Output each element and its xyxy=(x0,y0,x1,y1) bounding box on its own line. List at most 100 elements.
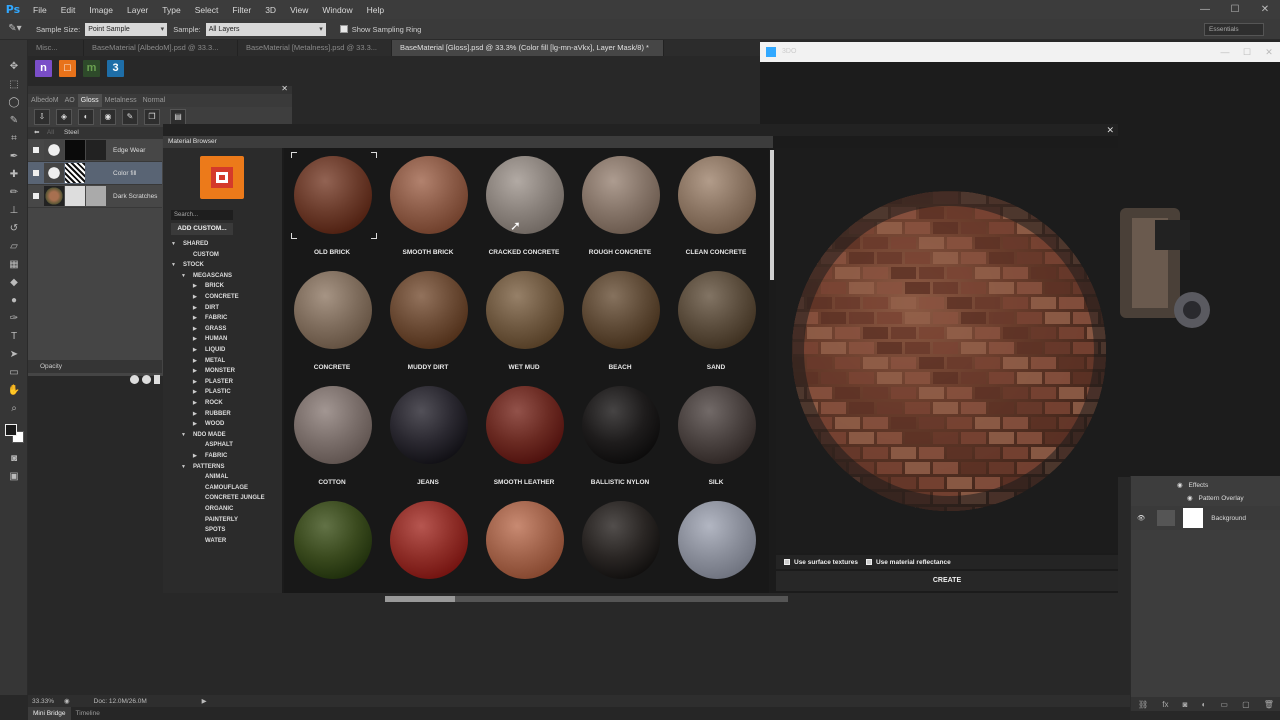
megascans-plugin-icon[interactable]: m xyxy=(83,59,100,77)
tree-item-rock[interactable]: ▶ ROCK xyxy=(193,398,223,408)
eye-icon[interactable]: ◉ xyxy=(1177,482,1183,489)
search-input[interactable]: Search... xyxy=(171,210,233,220)
mask-icon[interactable]: ◙ xyxy=(1183,700,1188,709)
dodge-tool-icon[interactable]: ● xyxy=(0,292,28,310)
quick-select-tool-icon[interactable]: ✎ xyxy=(0,112,28,130)
use-material-reflectance-option[interactable]: Use material reflectance xyxy=(865,559,951,566)
material-tile[interactable]: OLD BRICK xyxy=(284,152,380,266)
screen-mode-icon[interactable]: ▣ xyxy=(0,468,28,486)
tree-item-fabric[interactable]: ▶ FABRIC xyxy=(193,313,227,323)
marquee-tool-icon[interactable]: ⬚ xyxy=(0,76,28,94)
expanded-arrow-icon[interactable]: ▼ xyxy=(181,462,187,472)
layers-icon[interactable]: ▤ xyxy=(170,109,186,125)
brush-icon[interactable]: ✎ xyxy=(122,109,138,125)
menu-window[interactable]: Window xyxy=(315,5,359,15)
material-tile[interactable]: MUDDY DIRT xyxy=(380,267,476,381)
menu-image[interactable]: Image xyxy=(82,5,120,15)
tree-item-monster[interactable]: ▶ MONSTER xyxy=(193,366,235,376)
back-arrow-icon[interactable]: ⬅ xyxy=(34,129,39,136)
page-icon[interactable] xyxy=(154,375,160,384)
tab-metalness[interactable]: Metalness xyxy=(102,94,140,107)
fx-icon[interactable]: fx xyxy=(1162,700,1168,709)
visibility-eye-icon[interactable]: 👁 xyxy=(1137,514,1145,522)
link-icon[interactable]: ⛓ xyxy=(1138,700,1148,709)
mask-icon[interactable]: ◐ xyxy=(78,109,94,125)
3do-minimize-button[interactable]: — xyxy=(1214,42,1236,62)
collapsed-arrow-icon[interactable]: ▶ xyxy=(193,281,199,291)
collapsed-arrow-icon[interactable]: ▶ xyxy=(193,292,199,302)
workspace-select[interactable]: Essentials xyxy=(1204,23,1264,36)
tree-item-wood[interactable]: ▶ WOOD xyxy=(193,419,224,429)
gradient-tool-icon[interactable]: ▦ xyxy=(0,256,28,274)
minimize-button[interactable]: — xyxy=(1190,0,1220,19)
delete-icon[interactable]: 🗑 xyxy=(1264,700,1274,709)
add-custom-button[interactable]: ADD CUSTOM... xyxy=(171,223,233,235)
type-tool-icon[interactable]: T xyxy=(0,328,28,346)
material-tile[interactable] xyxy=(284,497,380,593)
background-layer-row[interactable]: 👁 Background xyxy=(1131,506,1280,530)
eye-icon[interactable]: ◉ xyxy=(1187,495,1193,502)
collapsed-arrow-icon[interactable]: ▶ xyxy=(193,324,199,334)
tree-item-plaster[interactable]: ▶ PLASTER xyxy=(193,377,233,387)
tree-item-rubber[interactable]: ▶ RUBBER xyxy=(193,409,231,419)
material-tile[interactable]: SAND xyxy=(668,267,764,381)
doc-tab-misc[interactable]: Misc... xyxy=(28,40,84,56)
ddo-plugin-icon[interactable]: □ xyxy=(59,59,76,77)
brush-tool-icon[interactable]: ✏ xyxy=(0,184,28,202)
material-tile[interactable]: SMOOTH LEATHER xyxy=(476,382,572,496)
status-icon[interactable]: ◉ xyxy=(64,697,70,705)
zoom-tool-icon[interactable]: ⌕ xyxy=(0,400,28,418)
3do-plugin-icon[interactable]: 3 xyxy=(107,59,124,77)
tree-item-concrete[interactable]: ▶ CONCRETE xyxy=(193,292,239,302)
healing-tool-icon[interactable]: ✚ xyxy=(0,166,28,184)
material-tile[interactable]: BALLISTIC NYLON xyxy=(572,382,668,496)
expanded-arrow-icon[interactable]: ▼ xyxy=(171,239,177,249)
edge-icon[interactable]: ◉ xyxy=(100,109,116,125)
tab-timeline[interactable]: Timeline xyxy=(71,707,105,720)
material-tile[interactable]: SMOOTH BRICK xyxy=(380,152,476,266)
tree-item-painterly[interactable]: PAINTERLY xyxy=(193,515,238,525)
material-tile[interactable]: CRACKED CONCRETE xyxy=(476,152,572,266)
tree-item-metal[interactable]: ▶ METAL xyxy=(193,356,225,366)
sample-select[interactable]: All Layers xyxy=(205,22,326,36)
3do-close-button[interactable]: ✕ xyxy=(1258,42,1280,62)
adjustment-icon[interactable]: ◐ xyxy=(1202,700,1207,709)
pen-tool-icon[interactable]: ✑ xyxy=(0,310,28,328)
tab-gloss[interactable]: Gloss xyxy=(77,94,102,107)
tree-item-water[interactable]: WATER xyxy=(193,536,226,546)
collapsed-arrow-icon[interactable]: ▶ xyxy=(193,334,199,344)
tree-item-liquid[interactable]: ▶ LIQUID xyxy=(193,345,225,355)
move-tool-icon[interactable]: ✥ xyxy=(0,58,28,76)
tree-item-spots[interactable]: SPOTS xyxy=(193,525,225,535)
tree-item-patterns[interactable]: ▼ PATTERNS xyxy=(181,462,224,472)
status-menu-arrow-icon[interactable]: ▶ xyxy=(202,697,207,705)
zoom-level[interactable]: 33.33% xyxy=(32,698,64,705)
tree-item-shared[interactable]: ▼ SHARED xyxy=(171,239,208,249)
material-tile[interactable]: WET MUD xyxy=(476,267,572,381)
panel-close-icon[interactable]: ✕ xyxy=(281,84,288,93)
material-tile[interactable]: JEANS xyxy=(380,382,476,496)
eyedropper-icon[interactable]: ✎▾ xyxy=(0,20,30,38)
material-tile[interactable]: BEACH xyxy=(572,267,668,381)
tab-albedom[interactable]: AlbedoM xyxy=(28,94,62,107)
material-tile[interactable]: COTTON xyxy=(284,382,380,496)
tree-item-brick[interactable]: ▶ BRICK xyxy=(193,281,224,291)
tree-item-animal[interactable]: ANIMAL xyxy=(193,472,228,482)
layer-row-dark-scratches[interactable]: Dark Scratches xyxy=(28,185,162,208)
material-tile[interactable] xyxy=(476,497,572,593)
material-tile[interactable]: CLEAN CONCRETE xyxy=(668,152,764,266)
tree-item-stock[interactable]: ▼ STOCK xyxy=(171,260,204,270)
close-icon[interactable]: ✕ xyxy=(1106,125,1114,136)
close-button[interactable]: ✕ xyxy=(1250,0,1280,19)
group-icon[interactable]: ▭ xyxy=(1220,700,1228,709)
menu-filter[interactable]: Filter xyxy=(225,5,258,15)
menu-select[interactable]: Select xyxy=(188,5,226,15)
layer-row-color-fill[interactable]: Color fill xyxy=(28,162,162,185)
menu-3d[interactable]: 3D xyxy=(258,5,283,15)
sample-size-select[interactable]: Point Sample xyxy=(85,22,168,36)
use-surface-textures-checkbox[interactable] xyxy=(784,559,790,565)
new-layer-icon[interactable]: ▢ xyxy=(1242,700,1250,709)
tree-item-human[interactable]: ▶ HUMAN xyxy=(193,334,227,344)
effects-row[interactable]: ◉ Effects xyxy=(1131,481,1280,489)
collapsed-arrow-icon[interactable]: ▶ xyxy=(193,377,199,387)
